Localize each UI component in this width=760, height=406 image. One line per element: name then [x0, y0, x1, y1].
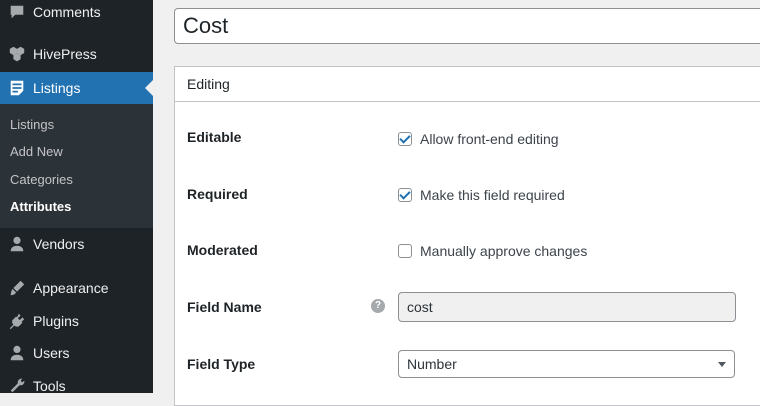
- submenu-item-listings[interactable]: Listings: [10, 117, 54, 132]
- sidebar-item-label: Comments: [33, 4, 101, 20]
- field-name-label: Field Name: [187, 299, 262, 315]
- editable-checkbox[interactable]: [398, 132, 412, 146]
- sidebar-item-label: Listings: [33, 80, 81, 96]
- sidebar-item-label: Appearance: [33, 280, 109, 296]
- moderated-option-label: Manually approve changes: [420, 243, 588, 259]
- panel-title: Editing: [175, 67, 760, 102]
- plugins-icon: [7, 311, 27, 331]
- sidebar-item-hivepress[interactable]: HivePress: [0, 38, 153, 70]
- field-type-value: Number: [407, 356, 457, 372]
- hivepress-icon: [7, 44, 27, 64]
- sidebar-item-plugins[interactable]: Plugins: [0, 305, 153, 337]
- sidebar-item-users[interactable]: Users: [0, 337, 153, 369]
- listings-icon: [7, 78, 27, 98]
- sidebar-item-label: Vendors: [33, 236, 85, 252]
- active-indicator: [145, 80, 153, 96]
- users-icon: [7, 343, 27, 363]
- admin-sidebar: Comments HivePress Listings Listings Add…: [0, 0, 153, 394]
- sidebar-item-listings[interactable]: Listings: [0, 72, 153, 104]
- sidebar-item-label: Tools: [33, 378, 66, 394]
- vendors-icon: [7, 234, 27, 254]
- required-option-label: Make this field required: [420, 187, 565, 203]
- sidebar-item-tools[interactable]: Tools: [0, 370, 153, 402]
- sidebar-item-comments[interactable]: Comments: [0, 0, 153, 28]
- submenu-item-add-new[interactable]: Add New: [10, 144, 63, 159]
- sidebar-item-appearance[interactable]: Appearance: [0, 272, 153, 304]
- submenu-item-categories[interactable]: Categories: [10, 172, 73, 187]
- required-checkbox[interactable]: [398, 188, 412, 202]
- chevron-down-icon: [718, 362, 726, 367]
- allow-front-end-editing-option[interactable]: Allow front-end editing: [398, 131, 559, 147]
- moderated-checkbox[interactable]: [398, 244, 412, 258]
- sidebar-item-vendors[interactable]: Vendors: [0, 228, 153, 260]
- help-icon[interactable]: ?: [371, 299, 385, 313]
- sidebar-item-label: Users: [33, 345, 70, 361]
- field-type-select[interactable]: Number: [398, 350, 735, 378]
- moderated-label: Moderated: [187, 242, 258, 258]
- post-title-input[interactable]: Cost: [174, 8, 760, 44]
- manually-approve-option[interactable]: Manually approve changes: [398, 243, 587, 259]
- listings-submenu: Listings Add New Categories Attributes: [0, 104, 153, 228]
- sidebar-item-label: Plugins: [33, 313, 79, 329]
- submenu-item-attributes[interactable]: Attributes: [10, 199, 71, 214]
- editable-option-label: Allow front-end editing: [420, 131, 559, 147]
- appearance-icon: [7, 278, 27, 298]
- field-name-input[interactable]: cost: [398, 292, 736, 322]
- required-label: Required: [187, 186, 248, 202]
- sidebar-item-label: HivePress: [33, 46, 97, 62]
- editing-panel: Editing Editable Allow front-end editing…: [174, 66, 760, 406]
- field-type-label: Field Type: [187, 356, 256, 372]
- editable-label: Editable: [187, 129, 242, 145]
- tools-icon: [7, 376, 27, 396]
- make-field-required-option[interactable]: Make this field required: [398, 187, 565, 203]
- comments-icon: [7, 2, 27, 22]
